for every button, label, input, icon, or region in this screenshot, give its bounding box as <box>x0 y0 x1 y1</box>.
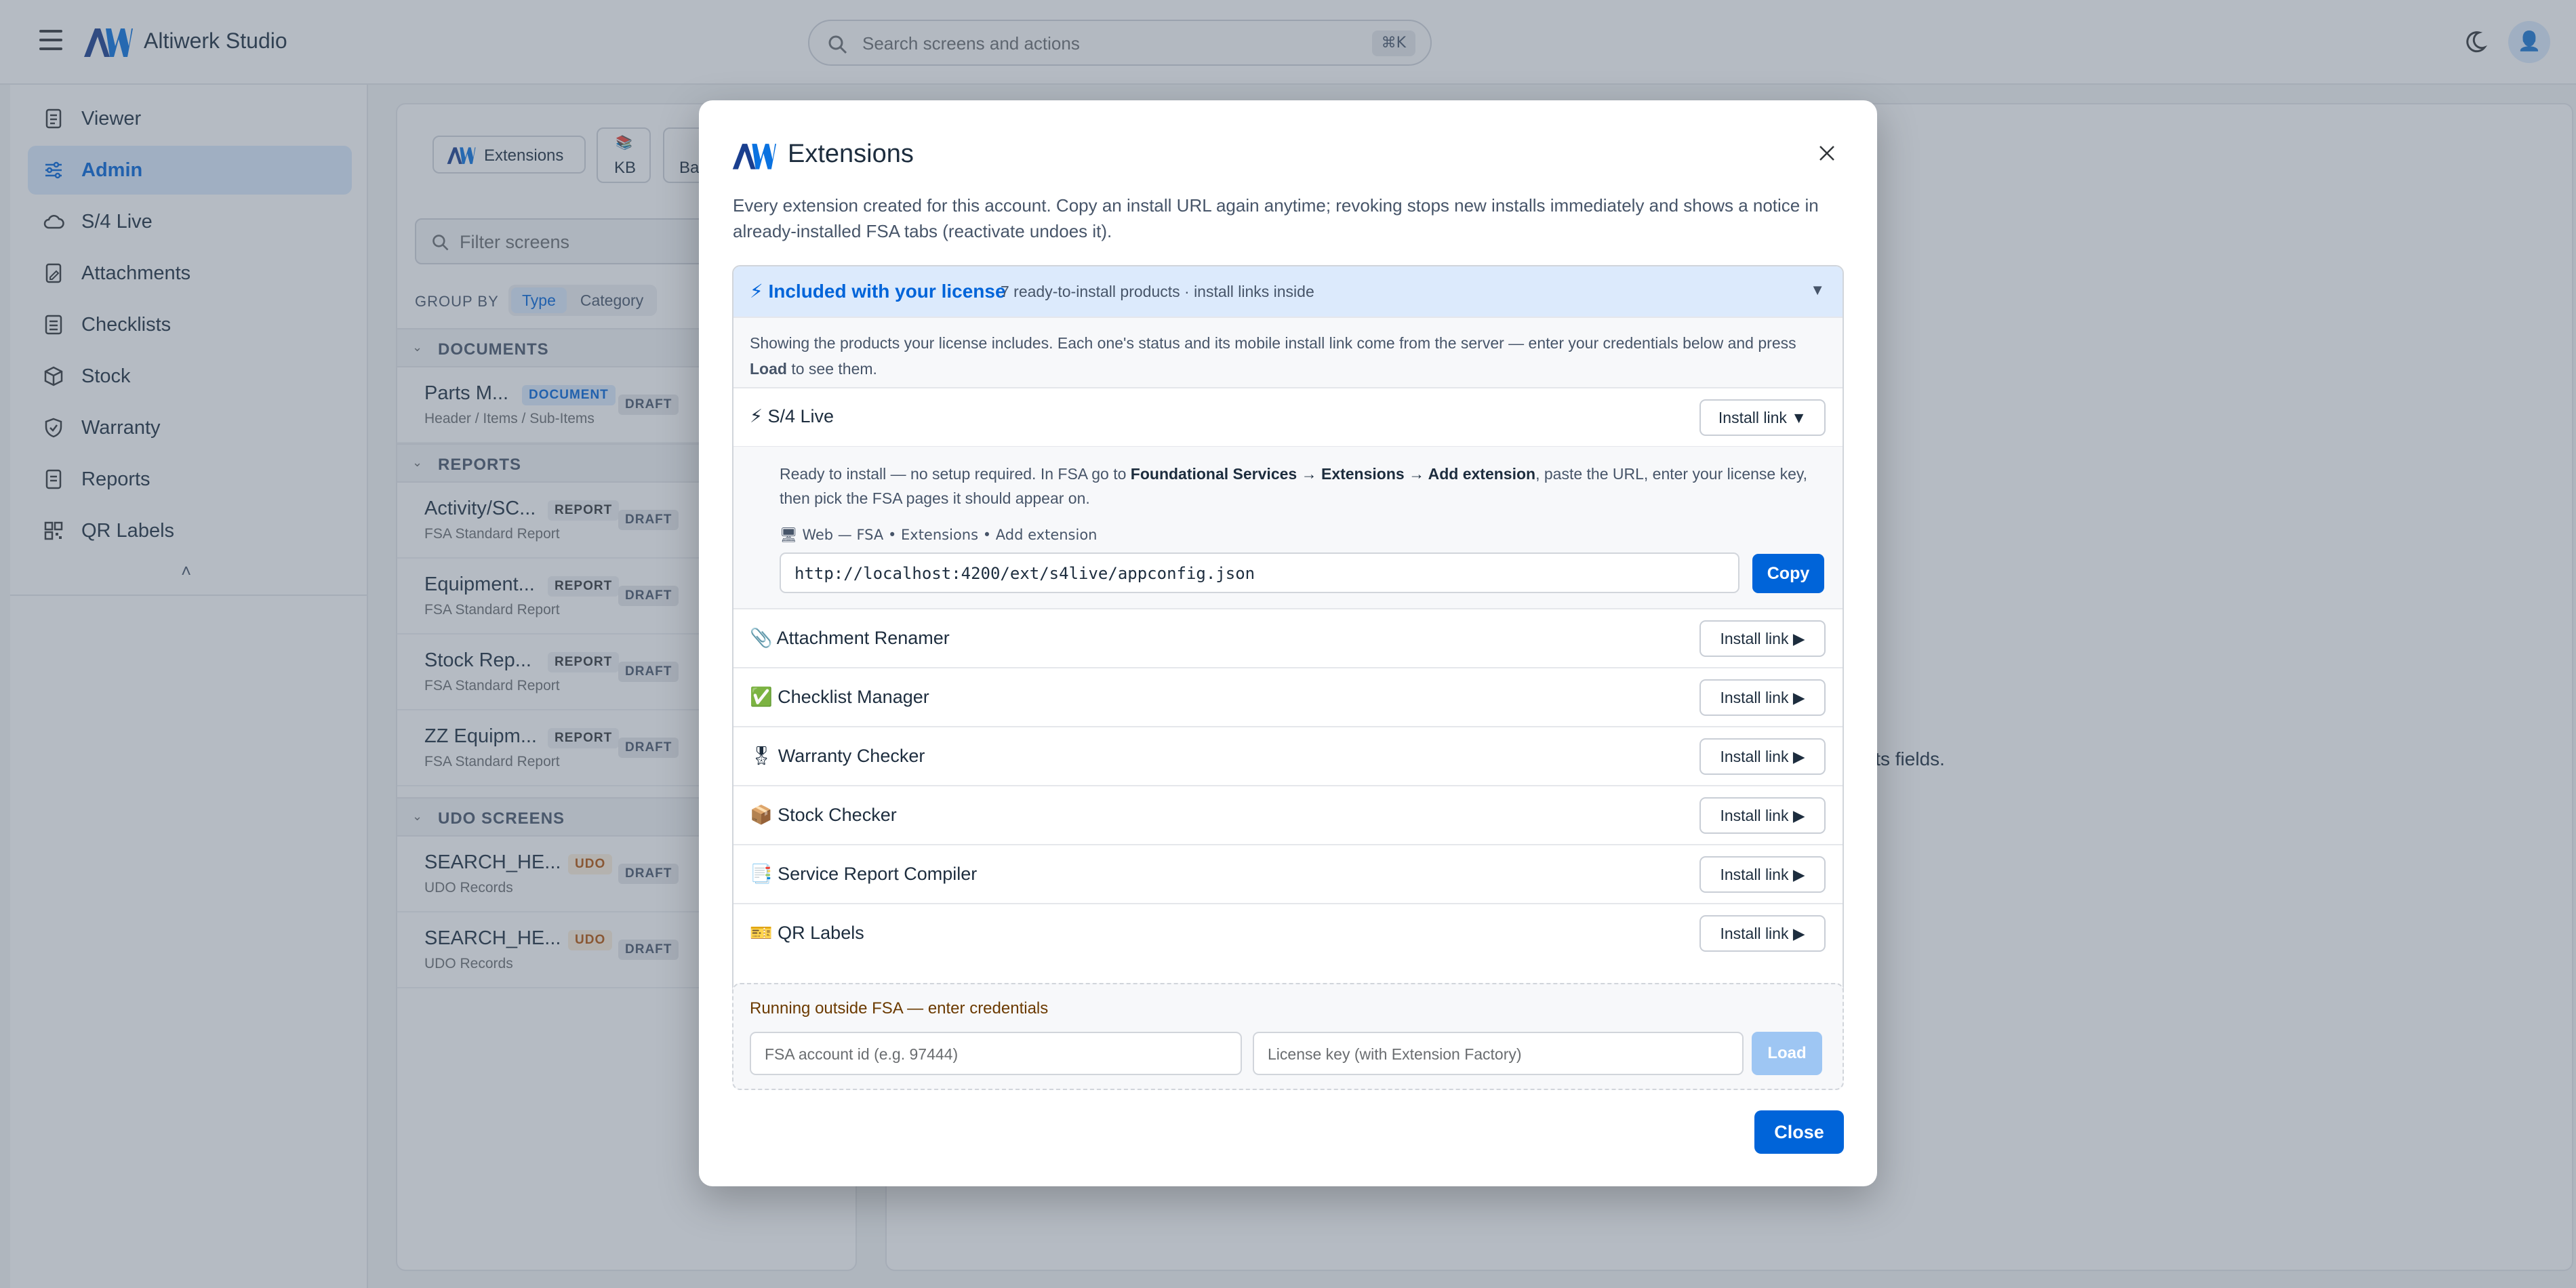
credentials-heading: Running outside FSA — enter credentials <box>750 999 1049 1018</box>
product-name-text: Warranty Checker <box>778 746 925 766</box>
product-name: ⚡ S/4 Live <box>750 406 834 427</box>
license-accordion: ⚡ Included with your license 7 ready-to-… <box>732 265 1844 1066</box>
intro-text: Showing the products your license includ… <box>750 334 1796 352</box>
dialog-title: Extensions <box>788 140 914 168</box>
install-link-button[interactable]: Install link ▶ <box>1699 679 1826 716</box>
fsa-account-id-field[interactable]: FSA account id (e.g. 97444) <box>750 1032 1242 1075</box>
document-icon: 📑 <box>750 864 773 885</box>
lightning-icon: ⚡ <box>750 280 763 302</box>
ticket-icon: 🎫 <box>750 923 773 944</box>
medal-icon: 🎖 <box>750 746 773 767</box>
install-instructions: Ready to install — no setup required. In… <box>780 462 1827 510</box>
intro-load-word: Load <box>750 360 787 378</box>
install-link-button[interactable]: Install link ▶ <box>1699 856 1826 893</box>
license-placeholder: License key (with Extension Factory) <box>1268 1045 1522 1063</box>
product-name: 📦 Stock Checker <box>750 804 897 826</box>
product-row-checklist-manager: ✅ Checklist Manager Install link ▶ <box>733 668 1843 727</box>
product-name-text: S/4 Live <box>767 406 834 426</box>
copy-button[interactable]: Copy <box>1752 554 1824 593</box>
product-row-service-report-compiler: 📑 Service Report Compiler Install link ▶ <box>733 845 1843 904</box>
product-row-s4-live: ⚡ S/4 Live Install link ▼ <box>733 388 1843 447</box>
install-target-label: 🖥 Web — FSA • Extensions • Add extension <box>780 527 1098 543</box>
credentials-panel: Running outside FSA — enter credentials … <box>732 983 1844 1090</box>
extensions-dialog: Extensions Every extension created for t… <box>699 100 1877 1186</box>
intro-text-end: to see them. <box>786 360 877 378</box>
accordion-intro: Showing the products your license includ… <box>733 317 1843 388</box>
install-link-button[interactable]: Install link ▶ <box>1699 915 1826 952</box>
product-row-qr-labels: 🎫 QR Labels Install link ▶ <box>733 904 1843 963</box>
instructions-path: Foundational Services → Extensions → Add… <box>1130 465 1536 483</box>
license-key-field[interactable]: License key (with Extension Factory) <box>1253 1032 1744 1075</box>
product-name: 📑 Service Report Compiler <box>750 863 977 885</box>
lightning-icon: ⚡ <box>750 406 763 427</box>
accordion-subtitle: 7 ready-to-install products · install li… <box>1001 283 1314 300</box>
install-url-field[interactable]: http://localhost:4200/ext/s4live/appconf… <box>780 552 1739 593</box>
altiwerk-logo <box>732 144 776 169</box>
product-row-stock-checker: 📦 Stock Checker Install link ▶ <box>733 786 1843 845</box>
chevron-down-icon[interactable]: ▼ <box>1810 281 1825 299</box>
install-link-button[interactable]: Install link ▶ <box>1699 738 1826 775</box>
accordion-title: ⚡ Included with your license <box>750 280 1006 302</box>
accordion-header[interactable]: ⚡ Included with your license 7 ready-to-… <box>733 266 1843 317</box>
product-row-warranty-checker: 🎖 Warranty Checker Install link ▶ <box>733 727 1843 786</box>
dialog-description: Every extension created for this account… <box>733 195 1819 241</box>
product-name-text: Attachment Renamer <box>776 628 950 648</box>
install-details-s4-live: Ready to install — no setup required. In… <box>733 447 1843 609</box>
account-placeholder: FSA account id (e.g. 97444) <box>765 1045 959 1063</box>
close-icon[interactable] <box>1815 141 1839 165</box>
check-icon: ✅ <box>750 687 773 708</box>
install-link-button[interactable]: Install link ▶ <box>1699 620 1826 657</box>
product-name-text: Stock Checker <box>778 805 897 825</box>
instructions-text: Ready to install — no setup required. In… <box>780 465 1131 483</box>
product-name: 🎫 QR Labels <box>750 922 864 944</box>
product-name-text: QR Labels <box>778 923 864 943</box>
paperclip-icon: 📎 <box>750 628 773 649</box>
load-button[interactable]: Load <box>1752 1032 1822 1075</box>
product-name: ✅ Checklist Manager <box>750 686 929 708</box>
install-link-button[interactable]: Install link ▶ <box>1699 797 1826 834</box>
install-link-button[interactable]: Install link ▼ <box>1699 399 1826 436</box>
close-button[interactable]: Close <box>1754 1110 1844 1154</box>
product-name-text: Checklist Manager <box>778 687 929 707</box>
product-name: 📎 Attachment Renamer <box>750 627 950 649</box>
product-name-text: Service Report Compiler <box>778 864 978 884</box>
product-row-attachment-renamer: 📎 Attachment Renamer Install link ▶ <box>733 609 1843 668</box>
accordion-title-text: Included with your license <box>768 281 1006 302</box>
install-url: http://localhost:4200/ext/s4live/appconf… <box>794 564 1255 583</box>
package-icon: 📦 <box>750 805 773 826</box>
product-name: 🎖 Warranty Checker <box>750 745 925 767</box>
